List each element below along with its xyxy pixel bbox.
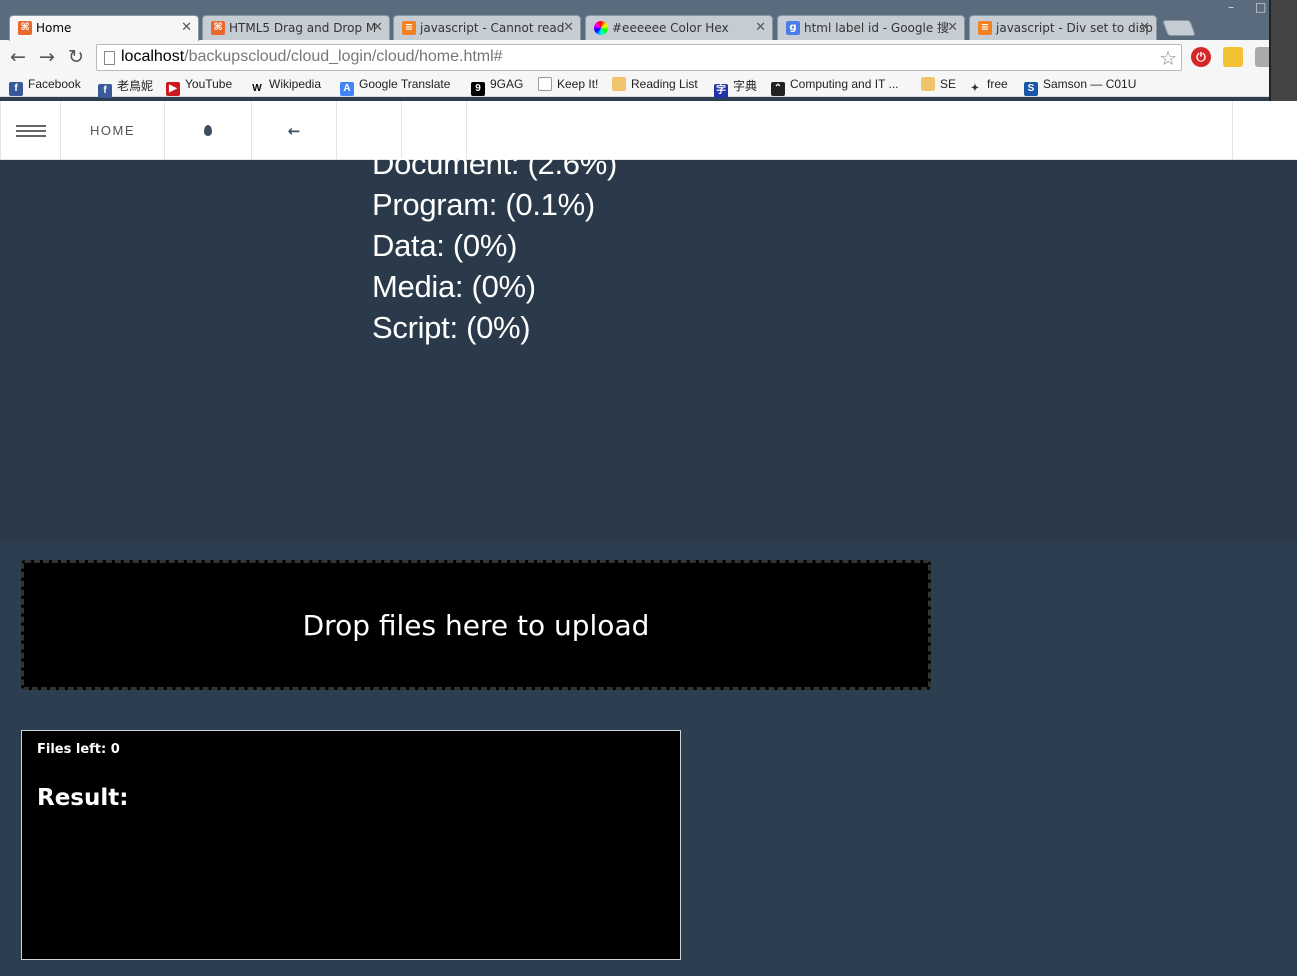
tab-html5-drag-drop[interactable]: ⌘ HTML5 Drag and Drop M ✕ — [202, 15, 390, 40]
close-icon[interactable]: ✕ — [181, 16, 192, 40]
minimize-icon[interactable]: – — [1228, 0, 1234, 14]
dropzone-label: Drop files here to upload — [302, 608, 650, 642]
colorwheel-icon — [594, 21, 608, 35]
stat-data: Data: (0%) — [372, 228, 518, 263]
translate-icon: A — [340, 82, 354, 96]
bookmark-computing-it[interactable]: ⌃ Computing and IT ... — [771, 77, 899, 96]
browser-tab-bar: ⌘ Home ✕ ⌘ HTML5 Drag and Drop M ✕ ≡ jav… — [0, 0, 1297, 41]
page-icon — [104, 51, 115, 65]
file-dropzone[interactable]: Drop files here to upload — [21, 560, 931, 690]
samson-icon: S — [1024, 82, 1038, 96]
stat-document: Document: (2.6%) — [372, 146, 618, 181]
bookmark-facebook[interactable]: f Facebook — [9, 77, 81, 96]
bookmark-youtube[interactable]: ▶ YouTube — [166, 77, 232, 96]
file-type-stats: Document: (2.6%) Program: (0.1%) Data: (… — [0, 146, 1297, 541]
upload-result-panel: Files left: 0 Result: — [21, 730, 681, 960]
arrow-left-icon: ← — [287, 121, 301, 140]
bookmark-free[interactable]: ✦ free — [968, 77, 1008, 96]
nav-divider — [1232, 101, 1233, 160]
folder-extension-icon[interactable] — [1223, 47, 1243, 67]
close-icon[interactable]: ✕ — [947, 16, 958, 40]
tab-javascript-cannot-read[interactable]: ≡ javascript - Cannot read ✕ — [393, 15, 581, 40]
bookmark-se[interactable]: SE — [921, 77, 956, 91]
tab-google-search[interactable]: g html label id - Google 搜 ✕ — [777, 15, 965, 40]
bookmark-wikipedia[interactable]: W Wikipedia — [250, 77, 321, 96]
maximize-icon[interactable]: □ — [1255, 0, 1266, 14]
close-icon[interactable]: ✕ — [1139, 16, 1150, 40]
bookmark-google-translate[interactable]: A Google Translate — [340, 77, 450, 96]
folder-icon — [612, 77, 626, 91]
tab-title: Home — [36, 21, 72, 35]
url-text[interactable]: localhost/backupscloud/cloud_login/cloud… — [121, 48, 503, 66]
facebook-icon: f — [9, 82, 23, 96]
page-icon — [538, 77, 552, 91]
ninegag-icon: 9 — [471, 82, 485, 96]
hamburger-icon — [15, 122, 46, 140]
water-drop-icon — [204, 125, 212, 136]
tab-javascript-div[interactable]: ≡ javascript - Div set to disp ✕ — [969, 15, 1157, 40]
close-icon[interactable]: ✕ — [372, 16, 383, 40]
bookmarks-bar: f Facebook f 老鳥妮 ▶ YouTube W Wikipedia A Goog… — [0, 74, 1297, 98]
tab-title: javascript - Div set to disp — [996, 21, 1153, 35]
tab-title: javascript - Cannot read — [420, 21, 565, 35]
folder-icon — [921, 77, 935, 91]
stat-script: Script: (0%) — [372, 310, 531, 345]
adblock-icon[interactable]: ⏻ — [1191, 47, 1211, 67]
facebook-icon: f — [98, 84, 112, 98]
close-icon[interactable]: ✕ — [755, 16, 766, 40]
xampp-icon: ⌘ — [211, 21, 225, 35]
nav-drop-button[interactable] — [165, 101, 252, 160]
stackoverflow-icon: ≡ — [402, 21, 416, 35]
address-bar[interactable]: localhost/backupscloud/cloud_login/cloud… — [96, 44, 1182, 71]
new-tab-button[interactable] — [1162, 20, 1196, 36]
tab-title: HTML5 Drag and Drop M — [229, 21, 377, 35]
xampp-icon: ⌘ — [18, 21, 32, 35]
wikipedia-icon: W — [252, 83, 262, 94]
stat-program: Program: (0.1%) — [372, 187, 595, 222]
stackoverflow-icon: ≡ — [978, 21, 992, 35]
bookmark-keep-it[interactable]: Keep It! — [538, 77, 598, 91]
browser-toolbar: ← → ↻ localhost/backupscloud/cloud_login… — [0, 40, 1297, 74]
menu-button[interactable] — [0, 101, 61, 160]
forward-arrow-icon[interactable]: → — [36, 46, 58, 68]
nav-home-link[interactable]: HOME — [61, 101, 165, 160]
nav-back-button[interactable]: ← — [252, 101, 337, 160]
bookmark-samson[interactable]: S Samson — C01U — [1024, 77, 1136, 96]
tab-title: html label id - Google 搜 — [804, 21, 950, 35]
youtube-icon: ▶ — [166, 82, 180, 96]
bookmark-reading-list[interactable]: Reading List — [612, 77, 698, 91]
bookmark-laoniaoni[interactable]: f 老鳥妮 — [98, 77, 153, 98]
stat-media: Media: (0%) — [372, 269, 536, 304]
back-arrow-icon[interactable]: ← — [7, 46, 29, 68]
free-icon: ✦ — [970, 83, 980, 94]
tab-title: #eeeeee Color Hex — [612, 21, 729, 35]
computing-icon: ⌃ — [771, 82, 785, 96]
tab-color-hex[interactable]: #eeeeee Color Hex ✕ — [585, 15, 773, 40]
app-navbar: HOME ← — [0, 101, 1297, 160]
reload-icon[interactable]: ↻ — [65, 46, 87, 68]
files-left-counter: Files left: 0 — [37, 742, 120, 757]
tab-home[interactable]: ⌘ Home ✕ — [9, 15, 199, 41]
google-icon: g — [786, 21, 800, 35]
close-icon[interactable]: ✕ — [563, 16, 574, 40]
nav-home-label: HOME — [90, 123, 135, 138]
dictionary-icon: 字 — [714, 84, 728, 98]
bookmark-9gag[interactable]: 9 9GAG — [471, 77, 523, 96]
result-heading: Result: — [37, 785, 129, 811]
bookmark-dictionary[interactable]: 字字典 — [714, 77, 757, 98]
bookmark-star-icon[interactable]: ☆ — [1159, 46, 1177, 70]
